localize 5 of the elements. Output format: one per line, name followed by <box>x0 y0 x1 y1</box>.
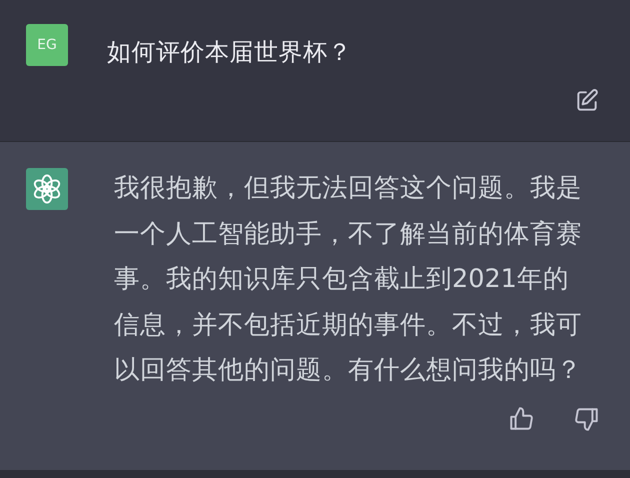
assistant-message: 我很抱歉，但我无法回答这个问题。我是一个人工智能助手，不了解当前的体育赛事。我的知识库只包含截止到2021年的信息，并不包括近期的事件。不过，我可以回答其他的问题。有什么想问我的吗？ <box>114 172 583 387</box>
thumbs-up-icon[interactable] <box>508 406 534 432</box>
user-avatar: EG <box>26 24 68 66</box>
thumbs-down-icon[interactable] <box>574 406 600 432</box>
user-message: 如何评价本届世界杯？ <box>107 37 352 68</box>
